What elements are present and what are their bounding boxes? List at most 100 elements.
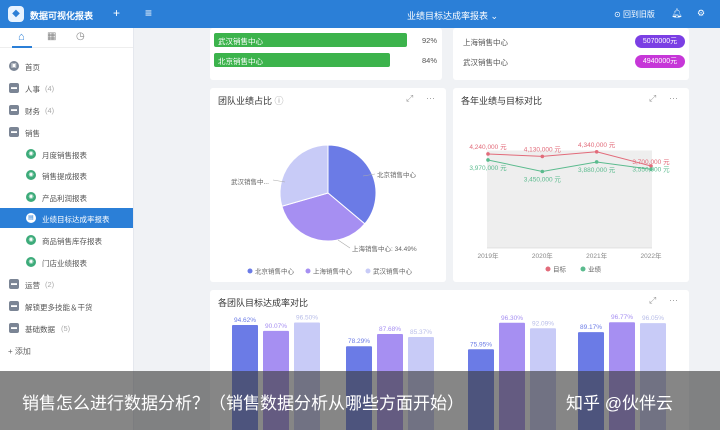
legend-label: 目标 (553, 265, 567, 274)
settings-icon[interactable]: ⚙ (697, 8, 705, 19)
data-label: 94.62% (234, 317, 256, 324)
data-label: 96.50% (296, 315, 318, 322)
data-label: 87.68% (379, 326, 401, 333)
sidebar-item-count: (5) (61, 324, 71, 333)
progress-label: 北京销售中心 (218, 57, 263, 66)
sidebar-item[interactable]: ▬ 解锁更多技能＆干货 (0, 296, 133, 316)
sidebar-item-label: 销售 (25, 129, 40, 138)
sidebar-item-count: (4) (45, 84, 55, 93)
pie-label: 北京销售中心 (377, 170, 417, 179)
data-label: 3,450,000 元 (524, 176, 562, 184)
add-item-button[interactable]: + 添加 (8, 346, 31, 357)
sidebar-item[interactable]: ◉ 月度销售报表 (0, 144, 133, 164)
sidebar-item-label: 销售提成报表 (42, 172, 87, 181)
sidebar-item-count: (4) (45, 106, 55, 115)
pie-label: 武汉销售中... (231, 177, 269, 186)
data-point (540, 154, 545, 159)
legend-dot (247, 268, 253, 274)
legend-dot (545, 266, 551, 272)
report-icon: ◉ (26, 149, 36, 159)
data-point (594, 160, 599, 164)
sidebar-item[interactable]: ◉ 门店业绩报表 (0, 252, 133, 272)
pie-card: 团队业绩占比 ⓘ ⤢ ··· 北京销售中心 上海销售中心: 34.49% 武汉销售中… (210, 88, 446, 282)
watermark: 知乎 @伙伴云 (566, 394, 673, 413)
sidebar-item-label: 人事 (25, 85, 40, 94)
data-label: 4,240,000 元 (469, 143, 507, 151)
legend-label: 北京销售中心 (255, 267, 295, 276)
sidebar-item-count: (2) (45, 280, 55, 289)
data-label: 4,130,000 元 (524, 145, 562, 153)
folder-icon: ▬ (9, 83, 19, 93)
home-page-icon: ▣ (9, 61, 19, 71)
sidebar-item[interactable]: ▬ 财务 (4) (0, 100, 133, 120)
progress-label: 武汉销售中心 (218, 37, 263, 46)
value-badge: 5070000元 (635, 35, 685, 48)
sidebar-item[interactable]: ▬ 销售 (0, 122, 133, 142)
sidebar-item-label: 商品销售库存报表 (42, 237, 102, 246)
data-label: 96.05% (642, 315, 664, 322)
main-content: 武汉销售中心 92% 北京销售中心 84% 上海销售中心 5070000元 武汉销售中心 4… (134, 28, 720, 430)
back-old-version-button[interactable]: ⊙ 回到旧版 (614, 9, 655, 20)
sidebar-item[interactable]: ◉ 产品利润报表 (0, 187, 133, 207)
sidebar-item-label: 月度销售报表 (42, 151, 87, 160)
folder-icon: ▬ (9, 105, 19, 115)
report-icon: ◉ (26, 170, 36, 180)
page-title-text: 业绩目标达成率报表 (407, 11, 489, 21)
x-tick-label: 2022年 (641, 251, 662, 260)
data-label: 3,550,000 元 (632, 165, 670, 173)
report-icon: ◉ (26, 257, 36, 267)
ranking-label: 上海销售中心 (463, 38, 508, 47)
data-point (540, 169, 545, 174)
data-label: 90.07% (265, 323, 287, 330)
sidebar-item-label: 运营 (25, 281, 40, 290)
x-tick-label: 2021年 (586, 251, 607, 260)
x-tick-label: 2019年 (478, 251, 499, 260)
app-logo: ◆ (8, 6, 24, 22)
sidebar-item[interactable]: ◉ 销售提成报表 (0, 165, 133, 185)
legend-dot (305, 268, 311, 274)
table-icon[interactable]: ▦ (47, 31, 56, 42)
sidebar-item-label: 首页 (25, 63, 40, 72)
pie-leader-line (337, 239, 351, 249)
back-icon: ⊙ (614, 10, 621, 19)
data-label: 78.29% (348, 338, 370, 345)
folder-icon: ▬ (9, 301, 19, 311)
menu-toggle-button[interactable]: ≡ (145, 6, 152, 20)
sidebar: ⌂ ▦ ◷ ▣ 首页 ▬ 人事 (4) ▬ 财务 (4) ▬ 销售 ◉ 月度销售报表 ◉ 销售提成报表 ◉ 产… (0, 28, 134, 430)
legend-dot (580, 266, 586, 272)
sidebar-item[interactable]: ▬ 人事 (4) (0, 78, 133, 98)
sidebar-item-label: 业绩目标达成率报表 (42, 215, 110, 224)
legend-label: 业绩 (588, 265, 602, 274)
report-icon: ◉ (26, 192, 36, 202)
sidebar-item[interactable]: ▤ 业绩目标达成率报表 (0, 208, 133, 228)
top-right-card: 上海销售中心 5070000元 武汉销售中心 4940000元 (453, 28, 689, 80)
banner-text: 销售怎么进行数据分析？（销售数据分析从哪些方面开始） (22, 394, 464, 413)
sidebar-item[interactable]: ◉ 商品销售库存报表 (0, 230, 133, 250)
sidebar-tab-active-line (12, 46, 32, 48)
sidebar-item-label: 产品利润报表 (42, 194, 87, 203)
data-label: 96.77% (611, 314, 633, 321)
sidebar-item-label: 解锁更多技能＆干货 (25, 303, 93, 312)
top-bar: ◆ 数据可视化报表 + ≡ 业绩目标达成率报表 ⌄ ⊙ 回到旧版 🔔︎ ⚙ (0, 0, 720, 28)
pie-chart: 北京销售中心上海销售中心: 34.49%武汉销售中...北京销售中心 上海销售中心… (231, 144, 417, 276)
sidebar-item-label: 财务 (25, 107, 40, 116)
data-label: 89.17% (580, 324, 602, 331)
bell-icon[interactable]: 🔔︎ (671, 8, 682, 19)
data-label: 92.09% (532, 320, 554, 327)
history-icon[interactable]: ◷ (76, 31, 85, 42)
page-title[interactable]: 业绩目标达成率报表 ⌄ (407, 9, 498, 22)
sidebar-item-label: 基础数据 (25, 325, 55, 334)
folder-icon: ▬ (9, 323, 19, 333)
add-tab-button[interactable]: + (113, 6, 120, 20)
report-icon: ◉ (26, 235, 36, 245)
home-icon[interactable]: ⌂ (18, 31, 25, 43)
caption-banner: 销售怎么进行数据分析？（销售数据分析从哪些方面开始） 知乎 @伙伴云 (0, 371, 720, 430)
ranking-label: 武汉销售中心 (463, 58, 508, 67)
data-label: 96.30% (501, 315, 523, 322)
data-label: 3,970,000 元 (469, 164, 507, 172)
folder-icon: ▬ (9, 279, 19, 289)
sidebar-item[interactable]: ▣ 首页 (0, 56, 133, 76)
sidebar-item[interactable]: ▬ 基础数据 (5) (0, 318, 133, 338)
data-label: 75.95% (470, 341, 492, 348)
sidebar-item[interactable]: ▬ 运营 (2) (0, 274, 133, 294)
